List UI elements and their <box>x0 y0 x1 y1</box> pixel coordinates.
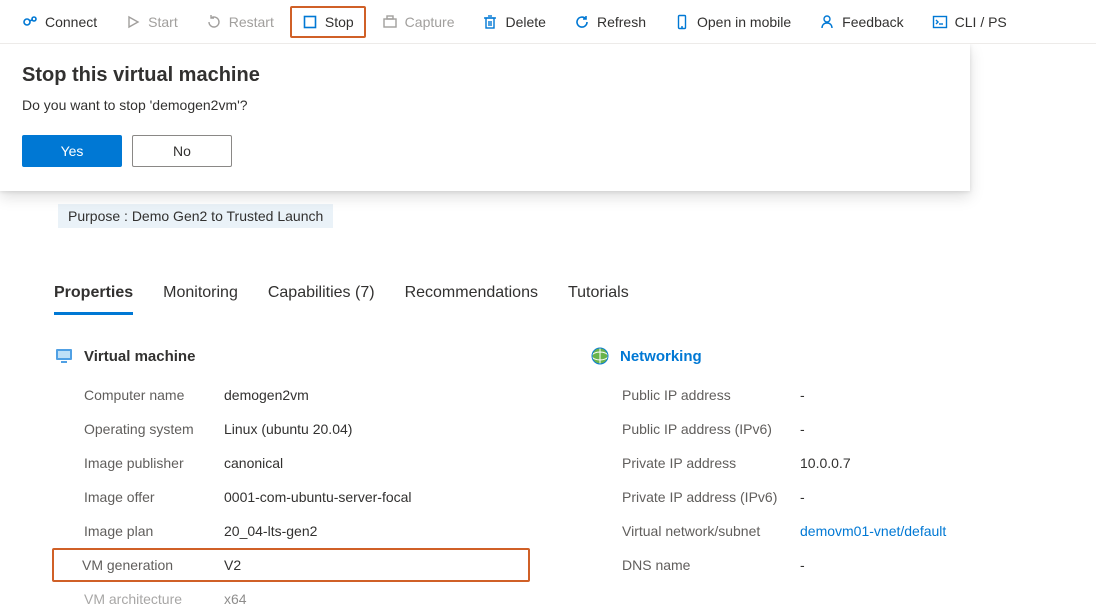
label: Computer name <box>54 387 224 403</box>
row-os: Operating system Linux (ubuntu 20.04) <box>54 412 530 446</box>
feedback-label: Feedback <box>842 14 903 30</box>
row-computer-name: Computer name demogen2vm <box>54 378 530 412</box>
no-button[interactable]: No <box>132 135 232 167</box>
label: Image offer <box>54 489 224 505</box>
tab-tutorials[interactable]: Tutorials <box>568 278 629 315</box>
refresh-icon <box>574 14 590 30</box>
tabs: Properties Monitoring Capabilities (7) R… <box>54 278 1066 316</box>
delete-label: Delete <box>505 14 545 30</box>
vm-section: Virtual machine Computer name demogen2vm… <box>54 346 530 616</box>
label: DNS name <box>590 557 800 573</box>
label: Image plan <box>54 523 224 539</box>
trash-icon <box>482 14 498 30</box>
start-label: Start <box>148 14 178 30</box>
tab-capabilities[interactable]: Capabilities (7) <box>268 278 375 315</box>
refresh-button[interactable]: Refresh <box>562 6 658 38</box>
connect-label: Connect <box>45 14 97 30</box>
restart-icon <box>206 14 222 30</box>
vm-section-header[interactable]: Virtual machine <box>54 346 530 366</box>
connect-button[interactable]: Connect <box>10 6 109 38</box>
label: Virtual network/subnet <box>590 523 800 539</box>
vm-icon <box>54 346 74 366</box>
properties-columns: Virtual machine Computer name demogen2vm… <box>54 346 1066 616</box>
row-public-ip: Public IP address - <box>590 378 1066 412</box>
row-dns-name: DNS name - <box>590 548 1066 582</box>
cli-ps-button[interactable]: CLI / PS <box>920 6 1019 38</box>
globe-icon <box>590 346 610 366</box>
row-image-publisher: Image publisher canonical <box>54 446 530 480</box>
row-vnet-subnet: Virtual network/subnet demovm01-vnet/def… <box>590 514 1066 548</box>
capture-button: Capture <box>370 6 467 38</box>
label: Image publisher <box>54 455 224 471</box>
start-button: Start <box>113 6 190 38</box>
purpose-tag[interactable]: Purpose : Demo Gen2 to Trusted Launch <box>58 204 333 228</box>
row-vm-architecture: VM architecture x64 <box>54 582 530 616</box>
stop-label: Stop <box>325 14 354 30</box>
value: - <box>800 489 805 505</box>
value: - <box>800 557 805 573</box>
row-private-ip: Private IP address 10.0.0.7 <box>590 446 1066 480</box>
row-private-ip-v6: Private IP address (IPv6) - <box>590 480 1066 514</box>
restart-button: Restart <box>194 6 286 38</box>
cli-icon <box>932 14 948 30</box>
row-public-ip-v6: Public IP address (IPv6) - <box>590 412 1066 446</box>
refresh-label: Refresh <box>597 14 646 30</box>
value: demogen2vm <box>224 387 309 403</box>
label: Operating system <box>54 421 224 437</box>
dialog-body: Do you want to stop 'demogen2vm'? <box>22 97 948 113</box>
networking-heading: Networking <box>620 348 702 365</box>
label: Private IP address <box>590 455 800 471</box>
label: Public IP address <box>590 387 800 403</box>
delete-button[interactable]: Delete <box>470 6 557 38</box>
cli-ps-label: CLI / PS <box>955 14 1007 30</box>
value: Linux (ubuntu 20.04) <box>224 421 352 437</box>
value: 20_04-lts-gen2 <box>224 523 317 539</box>
tab-properties[interactable]: Properties <box>54 278 133 315</box>
mobile-icon <box>674 14 690 30</box>
label: VM generation <box>54 557 224 573</box>
stop-vm-dialog: Stop this virtual machine Do you want to… <box>0 44 970 191</box>
value: 10.0.0.7 <box>800 455 851 471</box>
yes-button[interactable]: Yes <box>22 135 122 167</box>
value: canonical <box>224 455 283 471</box>
open-mobile-button[interactable]: Open in mobile <box>662 6 803 38</box>
row-image-offer: Image offer 0001-com-ubuntu-server-focal <box>54 480 530 514</box>
vnet-link[interactable]: demovm01-vnet/default <box>800 523 946 539</box>
networking-section: Networking Public IP address - Public IP… <box>590 346 1066 616</box>
dialog-actions: Yes No <box>22 135 948 167</box>
value: - <box>800 387 805 403</box>
tab-monitoring[interactable]: Monitoring <box>163 278 238 315</box>
connect-icon <box>22 14 38 30</box>
feedback-icon <box>819 14 835 30</box>
row-image-plan: Image plan 20_04-lts-gen2 <box>54 514 530 548</box>
value: V2 <box>224 557 241 573</box>
vm-heading: Virtual machine <box>84 348 195 365</box>
networking-section-header[interactable]: Networking <box>590 346 1066 366</box>
command-bar: Connect Start Restart Stop Capture Delet… <box>0 0 1096 44</box>
value: 0001-com-ubuntu-server-focal <box>224 489 412 505</box>
play-icon <box>125 14 141 30</box>
label: Public IP address (IPv6) <box>590 421 800 437</box>
label: VM architecture <box>54 591 224 607</box>
tag-row: Purpose : Demo Gen2 to Trusted Launch <box>58 204 1066 228</box>
stop-icon <box>302 14 318 30</box>
stop-button[interactable]: Stop <box>290 6 366 38</box>
value: - <box>800 421 805 437</box>
feedback-button[interactable]: Feedback <box>807 6 915 38</box>
dialog-title: Stop this virtual machine <box>22 64 948 87</box>
capture-icon <box>382 14 398 30</box>
label: Private IP address (IPv6) <box>590 489 800 505</box>
tab-recommendations[interactable]: Recommendations <box>405 278 538 315</box>
value: x64 <box>224 591 247 607</box>
row-vm-generation: VM generation V2 <box>52 548 530 582</box>
restart-label: Restart <box>229 14 274 30</box>
open-mobile-label: Open in mobile <box>697 14 791 30</box>
capture-label: Capture <box>405 14 455 30</box>
